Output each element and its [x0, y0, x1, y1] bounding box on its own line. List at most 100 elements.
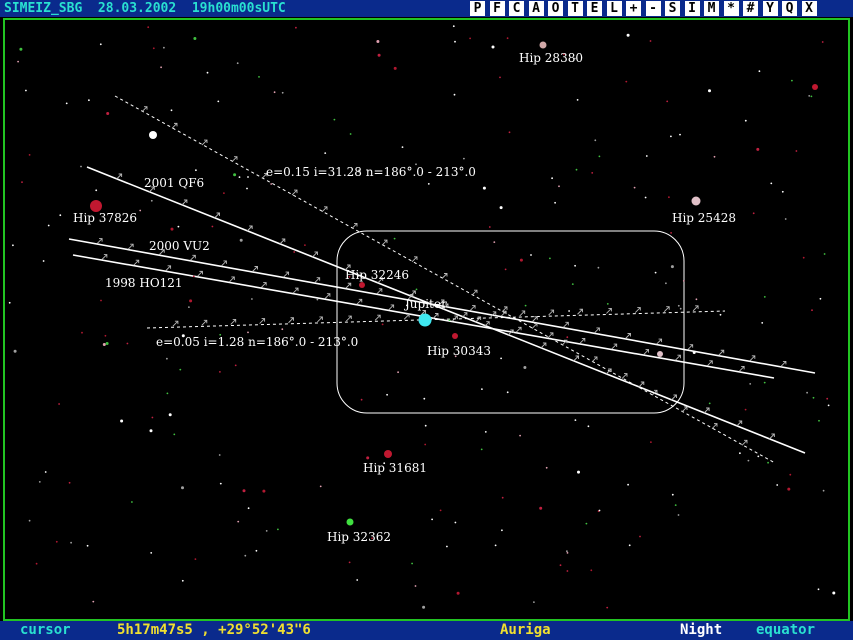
- toolbar-button-2[interactable]: C: [509, 1, 524, 16]
- field-of-view-box[interactable]: [336, 230, 685, 414]
- background-star: [770, 182, 773, 185]
- background-star: [499, 206, 503, 210]
- star-hip-25428[interactable]: [691, 196, 701, 206]
- motion-arrow: [181, 199, 188, 206]
- motion-arrow: [171, 122, 178, 129]
- toolbar-button-13[interactable]: *: [723, 1, 739, 16]
- background-star: [401, 146, 404, 148]
- background-star: [787, 487, 791, 491]
- motion-arrow: [291, 189, 298, 196]
- background-star: [633, 186, 636, 189]
- background-star: [150, 199, 153, 202]
- background-star: [411, 562, 413, 565]
- background-star: [598, 509, 601, 512]
- motion-arrow: [172, 320, 179, 327]
- background-star: [356, 579, 359, 581]
- background-star: [189, 299, 193, 303]
- star-red-corner[interactable]: [812, 84, 818, 90]
- background-star: [539, 506, 543, 510]
- sky-chart[interactable]: Hip 28380 Hip 25428 Hip 37826 Hip 32246 …: [5, 20, 846, 617]
- toolbar-button-11[interactable]: I: [684, 1, 700, 16]
- star-hip-30343[interactable]: [452, 333, 458, 339]
- motion-arrow: [469, 305, 476, 311]
- motion-arrow: [769, 433, 775, 440]
- background-star: [566, 336, 569, 339]
- toolbar-button-7[interactable]: L: [606, 1, 622, 16]
- background-star: [554, 201, 556, 204]
- star-hip-31681[interactable]: [384, 450, 392, 458]
- background-star: [627, 483, 629, 486]
- coordinate-frame[interactable]: equator: [756, 621, 815, 640]
- background-star: [423, 397, 426, 400]
- toolbar-button-5[interactable]: T: [567, 1, 583, 16]
- bright-star[interactable]: [149, 131, 157, 139]
- motion-arrow: [292, 287, 299, 294]
- background-star: [679, 307, 682, 310]
- star-hip-28380[interactable]: [539, 41, 547, 49]
- background-star: [819, 297, 822, 300]
- motion-arrow: [625, 333, 631, 339]
- background-star: [152, 47, 155, 50]
- toolbar-button-1[interactable]: F: [489, 1, 505, 16]
- background-star: [749, 383, 752, 385]
- motion-arrow: [101, 254, 108, 260]
- toolbar-button-4[interactable]: O: [548, 1, 563, 16]
- status-bar: cursor 5h17m47s5 , +29°52'43"6 Auriga Ni…: [0, 621, 853, 640]
- background-star: [149, 429, 153, 433]
- motion-arrow: [260, 282, 267, 288]
- toolbar-button-6[interactable]: E: [587, 1, 602, 16]
- background-star: [81, 331, 83, 334]
- background-star: [591, 172, 594, 174]
- background-star: [713, 155, 716, 158]
- background-star: [244, 554, 247, 557]
- background-star: [484, 431, 487, 433]
- background-star: [674, 504, 677, 506]
- toolbar-button-12[interactable]: M: [704, 1, 719, 16]
- background-star: [670, 265, 674, 269]
- background-star: [587, 425, 590, 428]
- label-2001-qf6: 2001 QF6: [144, 176, 204, 190]
- background-star: [255, 549, 258, 552]
- background-star: [626, 33, 630, 37]
- motion-arrow: [351, 223, 358, 229]
- toolbar-button-15[interactable]: Y: [762, 1, 778, 16]
- display-mode[interactable]: Night: [680, 621, 722, 640]
- background-star: [606, 303, 609, 305]
- motion-arrow: [519, 310, 526, 317]
- background-star: [194, 558, 197, 560]
- star-hip-32362[interactable]: [346, 518, 354, 526]
- toolbar-button-10[interactable]: S: [665, 1, 680, 16]
- background-star: [270, 183, 273, 185]
- toolbar-button-0[interactable]: P: [470, 1, 485, 16]
- background-star: [493, 241, 496, 244]
- background-star: [188, 306, 190, 308]
- background-star: [576, 99, 579, 101]
- background-star: [68, 481, 71, 484]
- motion-arrow: [515, 326, 522, 333]
- background-star: [791, 79, 793, 82]
- background-star: [55, 540, 58, 543]
- background-star: [258, 76, 260, 78]
- toolbar-button-3[interactable]: A: [528, 1, 544, 16]
- background-star: [19, 47, 23, 51]
- motion-arrow: [165, 265, 172, 272]
- motion-arrow: [441, 273, 448, 279]
- motion-arrow: [579, 338, 586, 344]
- motion-arrow: [324, 293, 331, 300]
- background-star: [654, 271, 657, 274]
- background-star: [826, 397, 829, 400]
- background-star: [810, 95, 813, 98]
- toolbar-button-16[interactable]: Q: [782, 1, 797, 16]
- background-star: [170, 109, 173, 112]
- jupiter-planet[interactable]: [418, 313, 432, 327]
- star-field[interactable]: [657, 351, 663, 357]
- motion-arrow: [231, 156, 238, 163]
- motion-arrow: [540, 342, 547, 349]
- toolbar-button-8[interactable]: +: [626, 1, 641, 16]
- background-star: [21, 181, 23, 184]
- background-star: [13, 349, 17, 353]
- toolbar-button-9[interactable]: -: [645, 1, 661, 16]
- toolbar-button-14[interactable]: #: [743, 1, 758, 16]
- toolbar-button-17[interactable]: X: [801, 1, 817, 16]
- star-hip-32246[interactable]: [359, 282, 365, 288]
